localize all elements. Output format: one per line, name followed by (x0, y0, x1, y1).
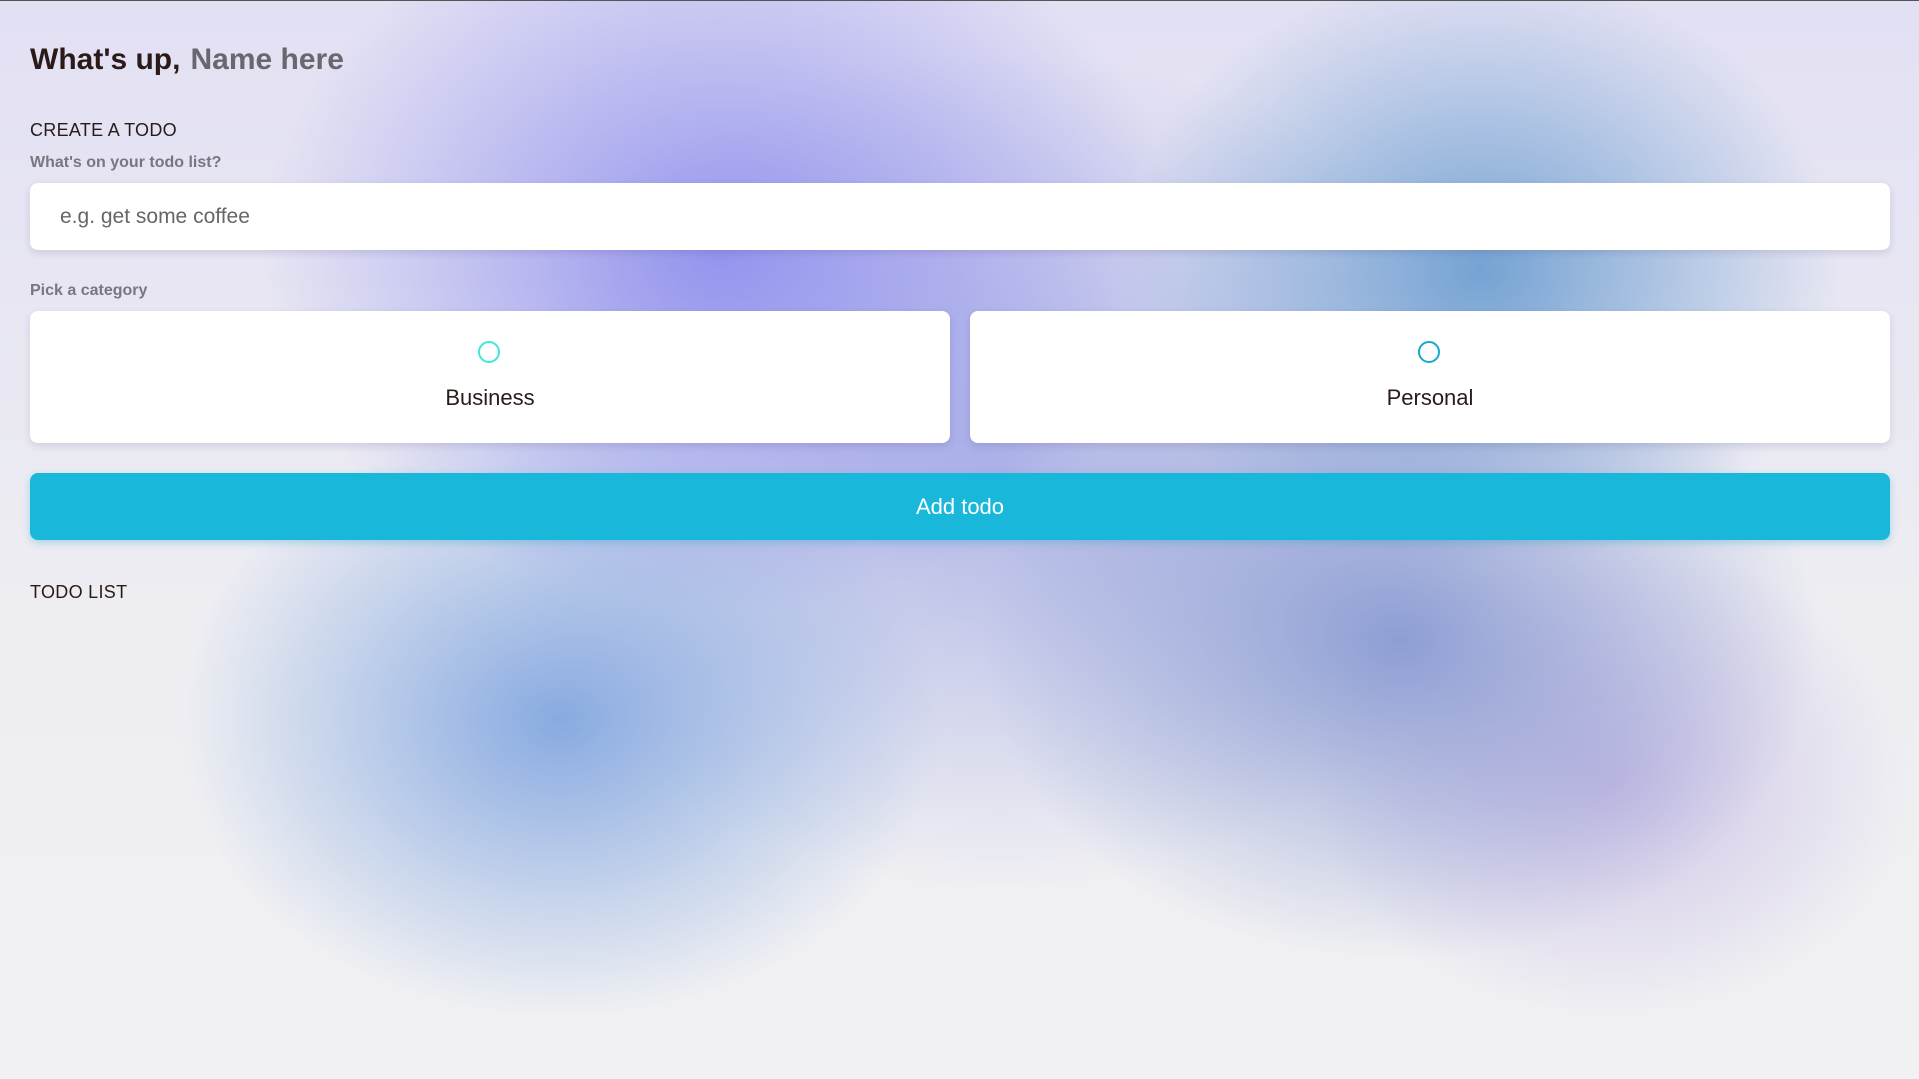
user-name: Name here (190, 43, 344, 76)
category-option-personal[interactable]: Personal (970, 311, 1890, 443)
create-todo-title: CREATE A TODO (30, 120, 177, 140)
personal-radio-bubble[interactable] (1418, 341, 1440, 363)
todo-input-label: What's on your todo list? (30, 154, 222, 171)
category-options: Business Personal (30, 311, 1890, 443)
todo-content-input[interactable] (30, 183, 1890, 250)
category-option-business[interactable]: Business (30, 311, 950, 443)
window-top-border (0, 0, 1919, 1)
business-radio-bubble[interactable] (478, 341, 500, 363)
category-option-label: Business (445, 385, 535, 410)
category-option-label: Personal (1386, 385, 1474, 410)
todo-list-title: TODO LIST (30, 582, 128, 602)
add-todo-button[interactable]: Add todo (30, 473, 1890, 540)
greeting-heading: What's up, Name here (30, 40, 344, 80)
greeting-text: What's up, (30, 43, 181, 76)
category-label: Pick a category (30, 282, 148, 299)
